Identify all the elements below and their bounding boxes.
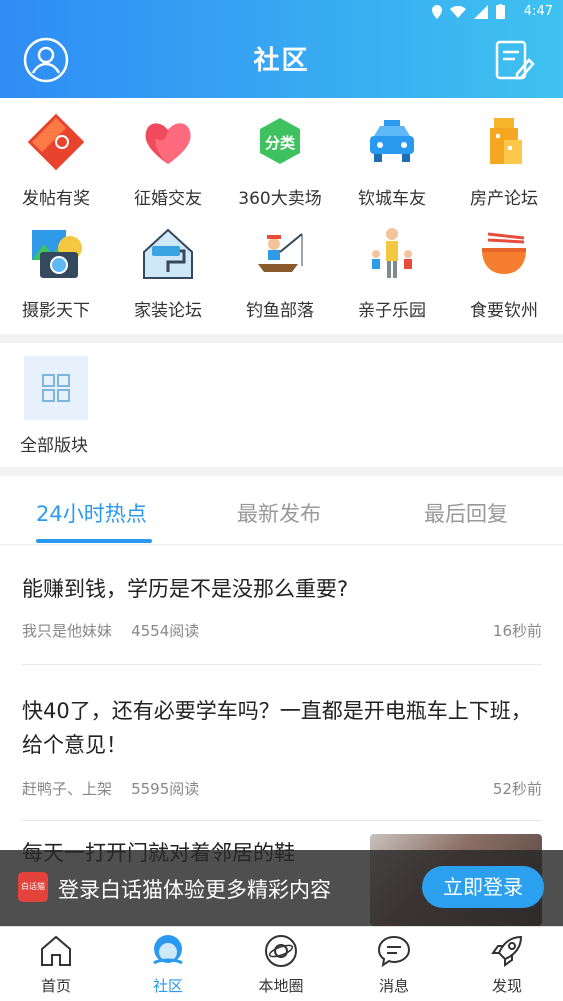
- edit-document-icon: [495, 40, 535, 80]
- battery-icon: [496, 4, 505, 19]
- family-icon: [372, 228, 412, 278]
- category-label: 食要钦州: [470, 301, 538, 321]
- nav-discover[interactable]: 发现: [451, 927, 563, 1001]
- nav-label: 社区: [152, 977, 183, 995]
- post-reads: 4554阅读: [131, 622, 200, 640]
- category-home-decor[interactable]: 家装论坛: [112, 210, 224, 322]
- category-badge-icon: 分类: [260, 118, 300, 164]
- nav-label: 首页: [40, 977, 71, 995]
- category-parenting[interactable]: 亲子乐园: [336, 210, 448, 322]
- all-sections-button[interactable]: [24, 356, 88, 420]
- all-sections-panel: 全部版块: [0, 343, 563, 467]
- post-title: 能赚到钱，学历是不是没那么重要?: [22, 577, 349, 601]
- category-label: 亲子乐园: [358, 301, 426, 321]
- nav-label: 发现: [491, 977, 522, 995]
- all-sections-label: 全部版块: [20, 436, 88, 456]
- active-tab-indicator: [36, 539, 152, 543]
- post-item[interactable]: 能赚到钱，学历是不是没那么重要? 我只是他妹妹 4554阅读 16秒前: [22, 572, 542, 652]
- rocket-icon: [491, 935, 523, 967]
- paint-roller-house-icon: [143, 228, 193, 279]
- category-post-reward[interactable]: 发帖有奖: [0, 98, 112, 210]
- category-label: 发帖有奖: [22, 189, 90, 209]
- login-banner: 白话猫 登录白话猫体验更多精彩内容 立即登录: [0, 850, 563, 926]
- category-dating[interactable]: 征婚交友: [112, 98, 224, 210]
- noodle-bowl-icon: [482, 232, 526, 274]
- status-icons: [432, 4, 505, 19]
- wifi-icon: [450, 5, 466, 18]
- category-label: 钓鱼部落: [246, 301, 314, 321]
- category-label: 钦城车友: [358, 189, 426, 209]
- heart-icon: [145, 123, 191, 164]
- category-food[interactable]: 食要钦州: [448, 210, 560, 322]
- category-real-estate[interactable]: 房产论坛: [448, 98, 560, 210]
- tab-latest[interactable]: 最新发布: [237, 498, 321, 528]
- nav-label: 消息: [378, 977, 409, 995]
- status-bar: 4:47: [0, 0, 563, 24]
- post-time: 52秒前: [492, 780, 542, 798]
- bottom-nav: 首页 社区 本地圈 消息 发现: [0, 926, 563, 1001]
- building-icon: [490, 118, 522, 164]
- planet-icon: [265, 935, 297, 967]
- category-label: 房产论坛: [470, 189, 538, 209]
- tab-last-reply[interactable]: 最后回复: [424, 498, 508, 528]
- nav-messages[interactable]: 消息: [338, 927, 450, 1001]
- category-360-market[interactable]: 分类 360大卖场: [224, 98, 336, 210]
- post-time: 16秒前: [492, 622, 542, 640]
- category-photography[interactable]: 摄影天下: [0, 210, 112, 322]
- fishing-icon: [258, 233, 303, 272]
- category-fishing[interactable]: 钓鱼部落: [224, 210, 336, 322]
- grid-icon: [42, 374, 70, 402]
- community-mascot-icon: [153, 935, 183, 965]
- post-reads: 5595阅读: [131, 780, 200, 798]
- location-icon: [432, 4, 442, 19]
- camera-icon: [32, 230, 82, 278]
- post-item[interactable]: 快40了，还有必要学车吗？一直都是开电瓶车上下班，给个意见！ 赶鸭子、上架 55…: [22, 694, 542, 814]
- login-now-button[interactable]: 立即登录: [422, 866, 544, 908]
- login-prompt-text: 登录白话猫体验更多精彩内容: [58, 878, 331, 902]
- nav-label: 本地圈: [258, 977, 304, 995]
- category-label: 摄影天下: [22, 301, 90, 321]
- category-car-friends[interactable]: 钦城车友: [336, 98, 448, 210]
- category-label: 家装论坛: [134, 301, 202, 321]
- taxi-icon: [370, 120, 414, 162]
- nav-local-circle[interactable]: 本地圈: [225, 927, 337, 1001]
- red-envelope-icon: [27, 113, 85, 171]
- app-logo: 白话猫: [18, 872, 48, 902]
- post-meta: 我只是他妹妹 4554阅读: [22, 620, 199, 641]
- post-author: 赶鸭子、上架: [22, 780, 113, 798]
- home-icon: [41, 935, 71, 966]
- post-author: 我只是他妹妹: [22, 622, 113, 640]
- app-header: 4:47 社区: [0, 0, 563, 98]
- tab-hot-24h[interactable]: 24小时热点: [36, 498, 147, 528]
- category-grid: 发帖有奖 征婚交友 分类 360大卖场 钦城车友 房产论坛 摄影天下 家装论坛 …: [0, 98, 563, 334]
- status-time: 4:47: [523, 4, 553, 19]
- nav-community[interactable]: 社区: [112, 927, 224, 1001]
- nav-home[interactable]: 首页: [0, 927, 112, 1001]
- page-title: 社区: [253, 46, 310, 76]
- post-divider: [22, 820, 542, 821]
- feed-tabs: 24小时热点 最新发布 最后回复: [0, 476, 563, 545]
- new-post-button[interactable]: [495, 40, 535, 82]
- badge-text: 分类: [265, 134, 296, 152]
- chat-bubble-icon: [377, 935, 411, 968]
- post-divider: [22, 664, 542, 665]
- category-label: 360大卖场: [238, 189, 322, 209]
- post-meta: 赶鸭子、上架 5595阅读: [22, 778, 199, 799]
- category-label: 征婚交友: [134, 189, 202, 209]
- signal-icon: [474, 4, 488, 19]
- post-title: 快40了，还有必要学车吗？一直都是开电瓶车上下班，给个意见！: [22, 699, 532, 757]
